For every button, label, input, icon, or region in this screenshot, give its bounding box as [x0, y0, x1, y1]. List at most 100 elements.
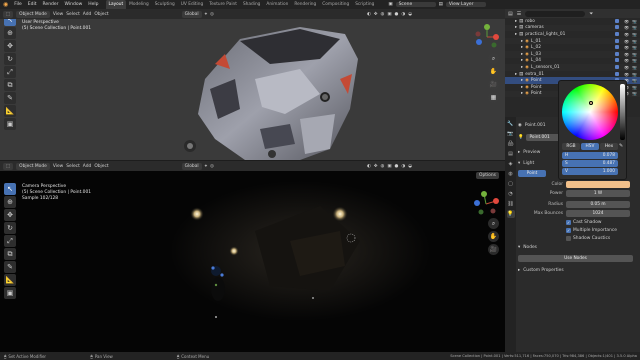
value-slider[interactable]: [620, 84, 625, 140]
menu-window[interactable]: Window: [62, 2, 86, 7]
tool-tab-icon[interactable]: 🔧: [507, 120, 515, 128]
expand-arrow-icon[interactable]: ▸: [515, 72, 517, 77]
workspace-tab-sculpting[interactable]: Sculpting: [152, 0, 178, 9]
eye-visibility-icon[interactable]: 👁: [624, 19, 629, 24]
add-cube-tool-icon[interactable]: ▣: [4, 118, 16, 130]
bottom-overlay-icon[interactable]: ◍: [381, 164, 385, 169]
use-nodes-button[interactable]: Use Nodes: [518, 254, 633, 262]
render-visibility-icon[interactable]: 📷: [632, 19, 637, 24]
outliner-row[interactable]: ▸ ▤ robo 👁 📷: [505, 18, 640, 25]
cast-shadow-checkbox[interactable]: ✓: [566, 219, 571, 225]
cursor-tool-icon[interactable]: ⊕: [4, 27, 16, 39]
bottom-scale-tool-icon[interactable]: ⤢: [4, 235, 16, 247]
bottom-shading-material-icon[interactable]: ◑: [401, 164, 405, 169]
nodes-panel-header[interactable]: ▾ Nodes: [518, 243, 638, 251]
color-wheel-cursor[interactable]: [589, 101, 593, 105]
render-visibility-icon[interactable]: 📷: [632, 39, 637, 44]
outliner-row[interactable]: ▸ ▤ extra_01 👁 📷: [505, 71, 640, 78]
overlay-icon[interactable]: ◍: [381, 12, 385, 17]
cast-shadow-row[interactable]: ✓ Cast Shadow: [518, 218, 638, 226]
exclude-checkbox[interactable]: [614, 25, 619, 30]
mode-rgb-tab[interactable]: RGB: [562, 142, 580, 150]
bottom-object-mode-dropdown[interactable]: Object Mode: [16, 162, 50, 170]
bottom-zoom-view-icon[interactable]: ⌕: [488, 218, 499, 229]
expand-arrow-icon[interactable]: ▸: [515, 19, 517, 24]
bottom-snap-icon[interactable]: ⌖: [205, 163, 207, 169]
expand-arrow-icon[interactable]: ▸: [521, 58, 523, 63]
menu-help[interactable]: Help: [85, 2, 101, 7]
bottom-rotate-tool-icon[interactable]: ↻: [4, 222, 16, 234]
eye-visibility-icon[interactable]: 👁: [624, 58, 629, 63]
workspace-tab-scripting[interactable]: Scripting: [352, 0, 377, 9]
render-visibility-icon[interactable]: 📷: [632, 58, 637, 63]
bottom-select-box-tool-icon[interactable]: ↖: [4, 183, 16, 195]
multiple-importance-row[interactable]: ✓ Multiple Importance: [518, 226, 638, 234]
outliner-row[interactable]: ▸ ◉ L_03 👁 📷: [505, 50, 640, 58]
transform-orientation-dropdown[interactable]: Global: [181, 10, 202, 18]
camera-view-icon[interactable]: 🎥: [488, 79, 499, 90]
bottom-editor-type-icon[interactable]: ⬚: [3, 162, 14, 170]
proportional-edit-icon[interactable]: ◎: [210, 12, 214, 17]
options-dropdown[interactable]: Options: [476, 172, 499, 179]
expand-arrow-icon[interactable]: ▸: [515, 25, 517, 30]
render-visibility-icon[interactable]: 📷: [632, 32, 637, 37]
outliner-row[interactable]: ▸ ▤ practical_lights_01 👁 📷: [505, 31, 640, 38]
scene-selector[interactable]: Scene: [395, 2, 436, 7]
hue-field[interactable]: H 0.078: [562, 152, 618, 159]
color-wheel[interactable]: [562, 84, 618, 140]
outliner-row[interactable]: ▸ ◉ L_sensors_01 👁 📷: [505, 64, 640, 71]
eye-visibility-icon[interactable]: 👁: [624, 65, 629, 70]
exclude-checkbox[interactable]: [614, 38, 619, 43]
constraints-tab-icon[interactable]: ⛓: [507, 200, 515, 208]
power-field[interactable]: 1 W: [566, 189, 630, 197]
workspace-tab-layout[interactable]: Layout: [105, 0, 127, 9]
workspace-tab-modeling[interactable]: Modeling: [126, 0, 152, 9]
annotate-tool-icon[interactable]: ✎: [4, 92, 16, 104]
blender-logo-icon[interactable]: ◉: [0, 1, 11, 8]
world-tab-icon[interactable]: ◍: [507, 170, 515, 178]
eyedropper-icon[interactable]: ✎: [619, 143, 623, 149]
bottom-camera-view-icon[interactable]: 🎥: [488, 244, 499, 255]
top-menu-add[interactable]: Add: [83, 12, 92, 17]
expand-arrow-icon[interactable]: ▸: [521, 85, 523, 90]
render-visibility-icon[interactable]: 📷: [632, 52, 637, 57]
menu-edit[interactable]: Edit: [25, 2, 40, 7]
gizmo-icon[interactable]: ✥: [374, 12, 378, 17]
outliner-search-input[interactable]: [525, 10, 586, 17]
mode-hsv-tab[interactable]: HSV: [581, 142, 599, 150]
bottom-viewport-canvas[interactable]: Camera Perspective (5) Scene Collection …: [0, 171, 505, 352]
bottom-menu-view[interactable]: View: [53, 164, 63, 169]
bottom-proportional-edit-icon[interactable]: ◎: [210, 164, 214, 169]
bottom-measure-tool-icon[interactable]: 📐: [4, 274, 16, 286]
view-layer-selector[interactable]: View Layer: [445, 2, 486, 7]
eye-visibility-icon[interactable]: 👁: [624, 32, 629, 37]
render-visibility-icon[interactable]: 📷: [632, 65, 637, 70]
zoom-view-icon[interactable]: ⌕: [488, 53, 499, 64]
object-tab-icon[interactable]: ▢: [507, 180, 515, 188]
bottom-xray-icon[interactable]: ▣: [387, 164, 391, 169]
multiple-importance-checkbox[interactable]: ✓: [566, 227, 571, 233]
top-viewport-canvas[interactable]: User Perspective (5) Scene Collection | …: [0, 19, 505, 160]
bottom-shading-rendered-icon[interactable]: ◒: [408, 164, 412, 169]
light-color-swatch[interactable]: [566, 180, 630, 188]
exclude-checkbox[interactable]: [614, 51, 619, 56]
measure-tool-icon[interactable]: 📐: [4, 105, 16, 117]
bottom-menu-select[interactable]: Select: [66, 164, 80, 169]
exclude-checkbox[interactable]: [614, 18, 619, 23]
shadow-caustics-checkbox[interactable]: [566, 235, 571, 241]
transform-tool-icon[interactable]: ⧉: [4, 79, 16, 91]
filter-icon[interactable]: ⏷: [589, 11, 593, 17]
outliner-row[interactable]: ▸ ◉ L_02 👁 📷: [505, 44, 640, 51]
navigation-gizmo-icon[interactable]: [474, 24, 500, 50]
workspace-tab-animation[interactable]: Animation: [263, 0, 291, 9]
bottom-shading-solid-icon[interactable]: ●: [395, 164, 399, 169]
bottom-pan-view-icon[interactable]: ✋: [488, 231, 499, 242]
scene-tab-icon[interactable]: ◈: [507, 160, 515, 168]
view-layer-tab-icon[interactable]: ▤: [507, 150, 515, 158]
expand-arrow-icon[interactable]: ▸: [521, 52, 523, 57]
workspace-tab-uv-editing[interactable]: UV Editing: [178, 0, 206, 9]
radius-field[interactable]: 0.05 m: [566, 200, 630, 208]
eye-visibility-icon[interactable]: 👁: [624, 45, 629, 50]
snap-icon[interactable]: ⌖: [205, 11, 207, 17]
render-visibility-icon[interactable]: 📷: [632, 25, 637, 30]
